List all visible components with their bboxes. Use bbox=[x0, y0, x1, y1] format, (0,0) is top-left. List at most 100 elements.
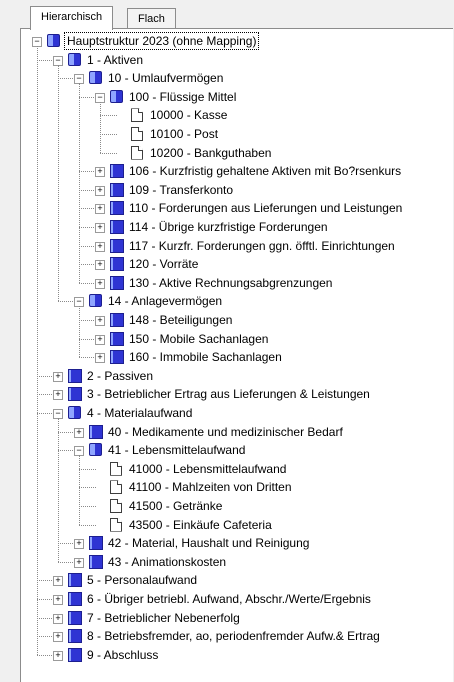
tree-row[interactable]: −4 - Materialaufwand bbox=[21, 404, 451, 422]
book-icon bbox=[110, 164, 124, 179]
tree-item-label: 120 - Vorräte bbox=[129, 257, 199, 272]
tree-row[interactable]: +8 - Betriebsfremder, ao, periodenfremde… bbox=[21, 627, 451, 645]
tree-item-label: 6 - Übriger betriebl. Aufwand, Abschr./W… bbox=[87, 592, 371, 606]
document-icon bbox=[110, 461, 122, 476]
tree-row[interactable]: +5 - Personalaufwand bbox=[21, 571, 451, 589]
tree-connector bbox=[79, 83, 80, 283]
tree-row[interactable]: 10200 - Bankguthaben bbox=[21, 144, 451, 162]
tree-row[interactable]: +42 - Material, Haushalt und Reinigung bbox=[21, 534, 451, 552]
expand-toggle-icon[interactable]: + bbox=[53, 595, 63, 605]
tree-item-label: Hauptstruktur 2023 (ohne Mapping) bbox=[64, 32, 260, 50]
expand-toggle-icon[interactable]: + bbox=[74, 557, 84, 568]
expand-toggle-icon[interactable]: + bbox=[53, 632, 63, 643]
book-icon bbox=[68, 629, 82, 644]
tree-connector bbox=[79, 189, 96, 191]
tree-row[interactable]: +9 - Abschluss bbox=[21, 646, 451, 664]
account-tree[interactable]: − Hauptstruktur 2023 (ohne Mapping) −1 - A… bbox=[21, 29, 453, 682]
expand-toggle-icon[interactable]: + bbox=[95, 223, 105, 233]
expand-toggle-icon[interactable]: + bbox=[53, 390, 63, 401]
tree-row[interactable]: 10100 - Post bbox=[21, 125, 451, 143]
tree-row[interactable]: 43500 - Einkäufe Cafeteria bbox=[21, 516, 451, 534]
tree-item-label: 3 - Betrieblicher Ertrag aus Lieferungen… bbox=[87, 387, 370, 402]
tree-item-label: 114 - Übrige kurzfristige Forderungen bbox=[129, 220, 328, 234]
tree-row[interactable]: +40 - Medikamente und medizinischer Beda… bbox=[21, 423, 451, 441]
tree-connector bbox=[79, 306, 80, 358]
tree-item-label: 106 - Kurzfristig gehaltene Aktiven mit … bbox=[129, 164, 402, 179]
tree-row[interactable]: 41000 - Lebensmittelaufwand bbox=[21, 460, 451, 478]
book-icon bbox=[89, 536, 103, 551]
tree-row[interactable]: +120 - Vorräte bbox=[21, 255, 451, 273]
tree-item-label: 43 - Animationskosten bbox=[108, 554, 227, 569]
tree-connector bbox=[79, 338, 96, 340]
tree-item-label: 41000 - Lebensmittelaufwand bbox=[129, 461, 287, 476]
tree-row[interactable]: +148 - Beteiligungen bbox=[21, 311, 451, 329]
tree-row[interactable]: +117 - Kurzfr. Forderungen ggn. öfftl. E… bbox=[21, 237, 451, 255]
book-icon bbox=[110, 201, 124, 216]
tree-item-label: 160 - Immobile Sachanlagen bbox=[129, 350, 282, 365]
tree-row[interactable]: +106 - Kurzfristig gehaltene Aktiven mit… bbox=[21, 162, 451, 180]
expand-toggle-icon[interactable]: + bbox=[95, 334, 105, 345]
tree-item-label: 14 - Anlagevermögen bbox=[108, 294, 223, 309]
book-icon bbox=[68, 647, 82, 662]
book-icon bbox=[68, 368, 82, 383]
tree-row[interactable]: +109 - Transferkonto bbox=[21, 181, 451, 199]
tree-row[interactable]: +160 - Immobile Sachanlagen bbox=[21, 348, 451, 366]
expand-toggle-icon[interactable]: + bbox=[95, 316, 105, 326]
book-icon bbox=[68, 573, 82, 588]
expand-toggle-icon[interactable]: + bbox=[53, 613, 63, 624]
book-icon bbox=[110, 257, 124, 272]
tree-connector bbox=[79, 487, 96, 489]
expand-toggle-icon[interactable]: + bbox=[95, 353, 105, 364]
tree-item-label: 2 - Passiven bbox=[87, 368, 154, 383]
document-icon bbox=[131, 127, 143, 141]
tree-item-label: 110 - Forderungen aus Lieferungen und Le… bbox=[129, 201, 403, 216]
book-icon bbox=[110, 350, 124, 365]
tree-row[interactable]: +3 - Betrieblicher Ertrag aus Lieferunge… bbox=[21, 385, 451, 403]
expand-toggle-icon[interactable]: + bbox=[95, 278, 105, 289]
tree-row[interactable]: +130 - Aktive Rechnungsabgrenzungen bbox=[21, 274, 451, 292]
tree-row[interactable]: +43 - Animationskosten bbox=[21, 553, 451, 571]
tree-row[interactable]: −41 - Lebensmittelaufwand bbox=[21, 441, 451, 459]
tree-connector bbox=[37, 617, 54, 619]
expand-toggle-icon[interactable]: + bbox=[95, 185, 105, 196]
book-open-icon bbox=[89, 71, 102, 85]
tab-hierarchisch[interactable]: Hierarchisch bbox=[30, 6, 114, 30]
tree-row[interactable]: − Hauptstruktur 2023 (ohne Mapping) bbox=[21, 32, 451, 50]
document-icon bbox=[110, 499, 122, 513]
tree-row[interactable]: +2 - Passiven bbox=[21, 367, 451, 385]
tree-row[interactable]: −14 - Anlagevermögen bbox=[21, 292, 451, 310]
tab-flach[interactable]: Flach bbox=[127, 8, 176, 29]
tree-item-label: 10100 - Post bbox=[150, 127, 219, 141]
document-icon bbox=[131, 145, 143, 160]
tree-connector bbox=[100, 134, 117, 135]
tree-connector bbox=[58, 301, 75, 303]
expand-toggle-icon[interactable]: + bbox=[53, 371, 63, 382]
tree-row[interactable]: −10 - Umlaufvermögen bbox=[21, 69, 451, 87]
expand-toggle-icon[interactable]: + bbox=[53, 576, 63, 587]
tree-row[interactable]: +150 - Mobile Sachanlagen bbox=[21, 330, 451, 348]
expand-toggle-icon[interactable]: + bbox=[95, 260, 105, 271]
tree-item-label: 41500 - Getränke bbox=[129, 499, 223, 513]
tree-row[interactable]: 41500 - Getränke bbox=[21, 497, 451, 515]
tree-row[interactable]: −1 - Aktiven bbox=[21, 51, 451, 69]
tree-row[interactable]: +110 - Forderungen aus Lieferungen und L… bbox=[21, 199, 451, 217]
expand-toggle-icon[interactable]: + bbox=[74, 539, 84, 550]
expand-toggle-icon[interactable]: + bbox=[53, 650, 63, 661]
tree-item-label: 109 - Transferkonto bbox=[129, 182, 234, 197]
tree-connector bbox=[100, 115, 117, 117]
expand-toggle-icon[interactable]: + bbox=[95, 241, 105, 252]
tree-row[interactable]: 41100 - Mahlzeiten von Dritten bbox=[21, 478, 451, 496]
tree-connector bbox=[37, 394, 54, 396]
tree-row[interactable]: +7 - Betrieblicher Nebenerfolg bbox=[21, 609, 451, 627]
expand-toggle-icon[interactable]: + bbox=[74, 427, 84, 438]
tree-connector bbox=[79, 282, 96, 284]
book-icon bbox=[110, 275, 124, 290]
tree-row[interactable]: +114 - Übrige kurzfristige Forderungen bbox=[21, 218, 451, 236]
tree-connector bbox=[58, 78, 75, 80]
tree-row[interactable]: 10000 - Kasse bbox=[21, 106, 451, 124]
tree-row[interactable]: +6 - Übriger betriebl. Aufwand, Abschr./… bbox=[21, 590, 451, 608]
expand-toggle-icon[interactable]: + bbox=[95, 167, 105, 178]
tree-row[interactable]: −100 - Flüssige Mittel bbox=[21, 88, 451, 106]
tree-connector bbox=[37, 654, 54, 656]
expand-toggle-icon[interactable]: + bbox=[95, 204, 105, 215]
